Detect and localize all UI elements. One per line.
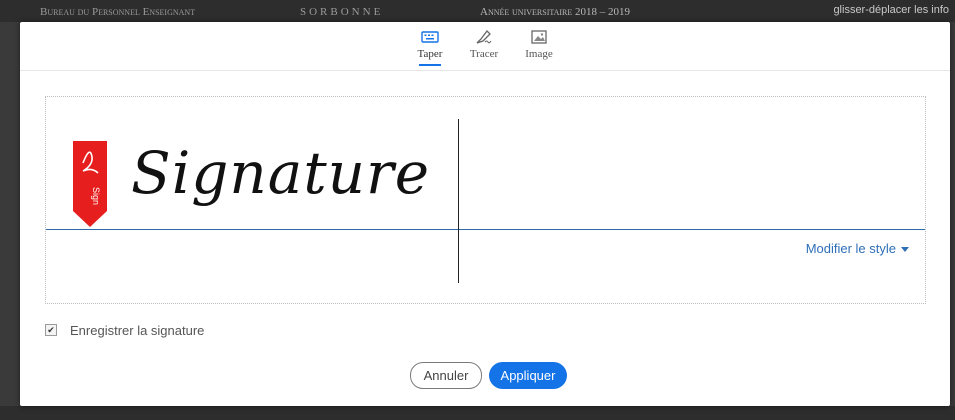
signature-dialog: Taper Tracer Image Sign Signature Modifi… bbox=[20, 22, 950, 406]
sign-tag-label: Sign bbox=[91, 187, 101, 205]
signature-input-area[interactable]: Sign Signature Modifier le style bbox=[45, 96, 926, 304]
background-document-footer bbox=[0, 406, 955, 420]
active-tab-indicator bbox=[419, 64, 441, 66]
typed-signature: Signature bbox=[131, 139, 431, 207]
apply-button[interactable]: Appliquer bbox=[489, 362, 567, 389]
modify-style-label: Modifier le style bbox=[805, 241, 896, 256]
cancel-button[interactable]: Annuler bbox=[410, 362, 482, 389]
tab-image-label: Image bbox=[525, 48, 553, 60]
background-hint-text: glisser-déplacer les info bbox=[833, 4, 949, 16]
image-icon bbox=[531, 30, 547, 44]
background-right-text: Année universitaire 2018 – 2019 bbox=[480, 6, 631, 18]
keyboard-icon bbox=[421, 31, 439, 43]
save-signature-row: ✔ Enregistrer la signature bbox=[45, 322, 204, 338]
background-left-text: Bureau du Personnel Enseignant bbox=[40, 6, 196, 18]
signature-baseline bbox=[46, 229, 925, 230]
pen-draw-icon bbox=[476, 30, 492, 44]
background-document-header: Bureau du Personnel Enseignant SORBONNE … bbox=[0, 0, 955, 22]
text-cursor bbox=[458, 119, 459, 283]
tab-taper[interactable]: Taper bbox=[400, 28, 460, 66]
tab-tracer[interactable]: Tracer bbox=[454, 28, 514, 60]
modify-style-link[interactable]: Modifier le style bbox=[806, 241, 909, 256]
signature-mode-tabs: Taper Tracer Image bbox=[20, 22, 950, 71]
tab-taper-label: Taper bbox=[417, 48, 443, 60]
save-signature-label: Enregistrer la signature bbox=[70, 322, 205, 338]
adobe-sign-tag-icon: Sign bbox=[73, 141, 107, 227]
tab-tracer-label: Tracer bbox=[469, 48, 499, 60]
tab-image[interactable]: Image bbox=[509, 28, 569, 60]
caret-down-icon bbox=[901, 247, 909, 253]
background-center-text: SORBONNE bbox=[300, 6, 384, 18]
save-signature-checkbox[interactable]: ✔ bbox=[45, 324, 57, 336]
